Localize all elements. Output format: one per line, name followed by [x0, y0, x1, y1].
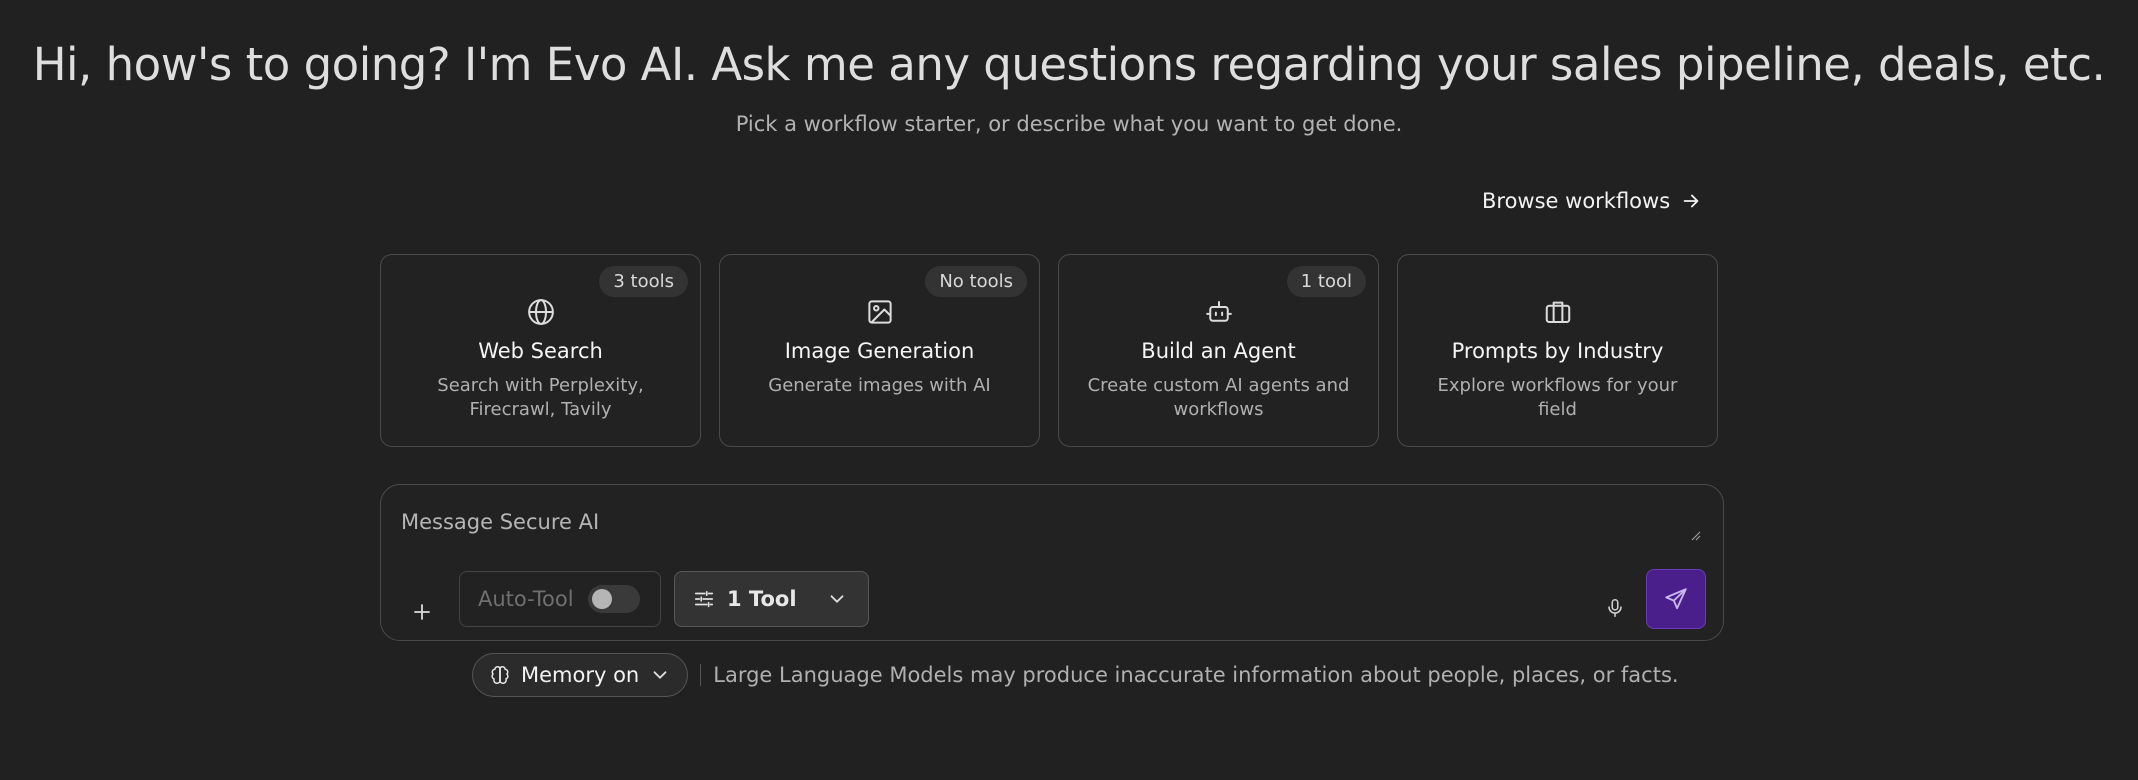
workflow-card-build-agent[interactable]: 1 tool Build an Agent Create custom AI a…: [1058, 254, 1379, 447]
card-title: Image Generation: [784, 339, 975, 363]
message-composer: Auto-Tool 1 Tool: [380, 484, 1724, 641]
card-title: Build an Agent: [1141, 339, 1296, 363]
send-icon: [1665, 588, 1687, 610]
footer-divider: [700, 664, 702, 686]
card-description: Explore workflows for your field: [1437, 375, 1678, 420]
tool-select-label: 1 Tool: [727, 587, 797, 611]
chat-home-page: Hi, how's to going? I'm Evo AI. Ask me a…: [0, 0, 2138, 780]
browse-workflows-link[interactable]: Browse workflows: [1482, 189, 1702, 213]
sliders-icon: [694, 590, 714, 608]
memory-toggle-button[interactable]: Memory on: [472, 653, 689, 697]
card-description: Create custom AI agents and workflows: [1087, 375, 1350, 420]
attach-button[interactable]: [403, 593, 441, 631]
memory-label: Memory on: [521, 663, 640, 687]
workflow-card-prompts-industry[interactable]: Prompts by Industry Explore workflows fo…: [1397, 254, 1718, 447]
browse-workflows-label: Browse workflows: [1482, 189, 1671, 213]
llm-disclaimer: Large Language Models may produce inaccu…: [713, 663, 1679, 687]
send-button[interactable]: [1646, 569, 1706, 629]
auto-tool-label: Auto-Tool: [478, 587, 574, 611]
auto-tool-toggle[interactable]: [587, 585, 640, 613]
microphone-icon: [1608, 598, 1622, 618]
chevron-down-icon: [653, 671, 667, 679]
workflow-cards: 3 tools Web Search Search with Perplexit…: [380, 254, 1718, 447]
arrow-right-icon: [1683, 194, 1699, 208]
robot-icon: [1205, 301, 1232, 322]
globe-icon: [527, 299, 554, 325]
composer-footer: Memory on Large Language Models may prod…: [472, 653, 1679, 697]
card-title: Prompts by Industry: [1451, 339, 1664, 363]
page-subtitle: Pick a workflow starter, or describe wha…: [735, 112, 1403, 136]
toggle-knob: [591, 589, 612, 609]
image-icon: [867, 300, 892, 324]
briefcase-icon: [1545, 301, 1570, 323]
workflow-card-image-generation[interactable]: No tools Image Generation Generate image…: [719, 254, 1040, 447]
card-description: Search with Perplexity, Firecrawl, Tavil…: [437, 375, 644, 420]
message-input[interactable]: [399, 503, 1683, 541]
tool-count-badge: 1 tool: [1286, 266, 1366, 297]
card-description: Generate images with AI: [768, 375, 991, 396]
page-title: Hi, how's to going? I'm Evo AI. Ask me a…: [32, 38, 2106, 91]
card-title: Web Search: [478, 339, 603, 363]
workflow-card-web-search[interactable]: 3 tools Web Search Search with Perplexit…: [380, 254, 701, 447]
brain-icon: [491, 666, 509, 684]
voice-input-button[interactable]: [1600, 591, 1630, 625]
tool-select-dropdown[interactable]: 1 Tool: [674, 571, 869, 627]
plus-icon: [414, 604, 430, 620]
tool-count-badge: No tools: [925, 266, 1027, 297]
tool-count-badge: 3 tools: [599, 266, 688, 297]
chevron-down-icon: [830, 595, 844, 603]
resize-grip-icon[interactable]: [1689, 529, 1701, 541]
auto-tool-control: Auto-Tool: [459, 571, 661, 627]
